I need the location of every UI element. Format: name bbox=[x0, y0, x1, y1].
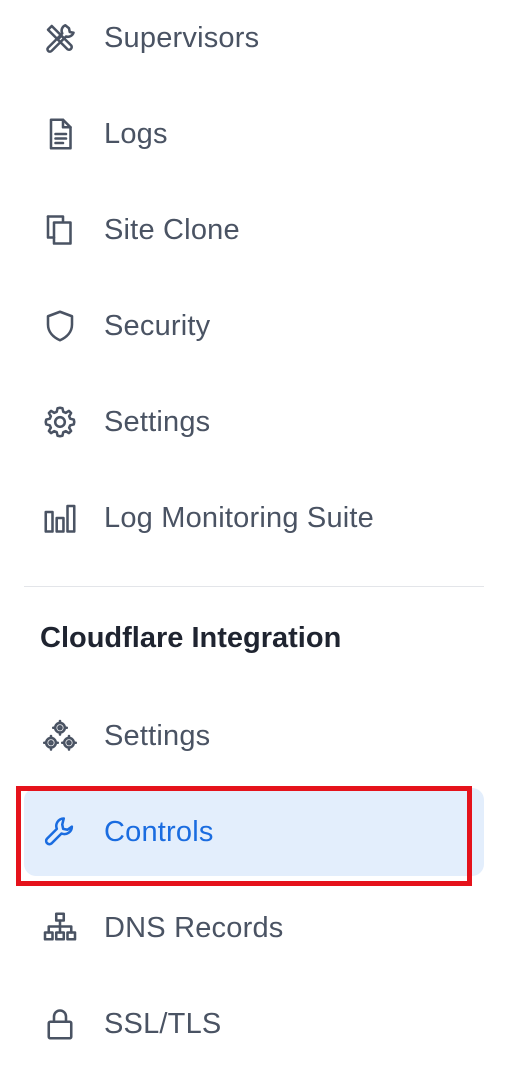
copy-icon bbox=[40, 210, 80, 250]
nav-item-supervisors[interactable]: Supervisors bbox=[24, 0, 484, 82]
nav-item-dns-records[interactable]: DNS Records bbox=[24, 884, 484, 972]
nav-label-cloudflare-settings: Settings bbox=[104, 719, 211, 752]
section-title-cloudflare: Cloudflare Integration bbox=[40, 622, 342, 654]
nav-item-logs[interactable]: Logs bbox=[24, 90, 484, 178]
tools-icon bbox=[40, 18, 80, 58]
lock-icon bbox=[40, 1004, 80, 1044]
nav-label-settings: Settings bbox=[104, 405, 211, 438]
nav-label-controls: Controls bbox=[104, 815, 214, 848]
nav-item-log-monitoring-suite[interactable]: Log Monitoring Suite bbox=[24, 474, 484, 562]
nav-item-ssl-tls[interactable]: SSL/TLS bbox=[24, 980, 484, 1068]
nav-label-site-clone: Site Clone bbox=[104, 213, 240, 246]
sitemap-icon bbox=[40, 908, 80, 948]
nav-label-logs: Logs bbox=[104, 117, 168, 150]
nav-label-ssl-tls: SSL/TLS bbox=[104, 1007, 222, 1040]
nav-label-supervisors: Supervisors bbox=[104, 21, 260, 54]
nav-item-security[interactable]: Security bbox=[24, 282, 484, 370]
nav-item-cloudflare-settings[interactable]: Settings bbox=[24, 692, 484, 780]
wrench-icon bbox=[40, 812, 80, 852]
section-divider bbox=[24, 586, 484, 587]
nav-item-controls[interactable]: Controls bbox=[24, 788, 484, 876]
nav-item-site-clone[interactable]: Site Clone bbox=[24, 186, 484, 274]
nav-label-log-monitoring-suite: Log Monitoring Suite bbox=[104, 501, 374, 534]
cogs-icon bbox=[40, 716, 80, 756]
bar-chart-icon bbox=[40, 498, 80, 538]
document-icon bbox=[40, 114, 80, 154]
nav-label-dns-records: DNS Records bbox=[104, 911, 284, 944]
nav-label-security: Security bbox=[104, 309, 211, 342]
gear-icon bbox=[40, 402, 80, 442]
shield-icon bbox=[40, 306, 80, 346]
sidebar-nav: Supervisors Logs Site Clone Security Set… bbox=[0, 0, 506, 1090]
nav-item-settings[interactable]: Settings bbox=[24, 378, 484, 466]
